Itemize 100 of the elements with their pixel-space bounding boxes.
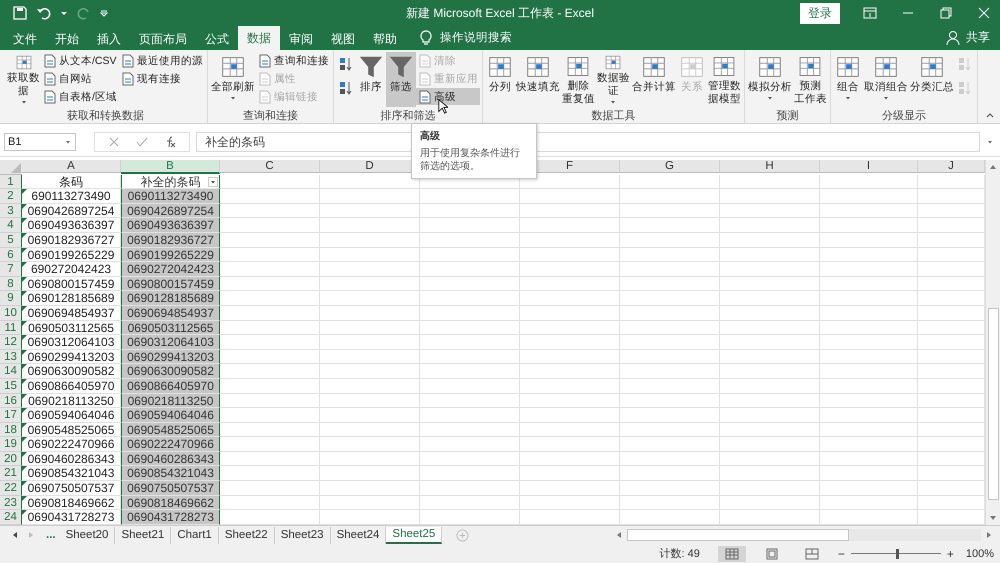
- ribbon-button[interactable]: 自网站: [41, 70, 119, 87]
- row-header[interactable]: 14: [0, 364, 22, 379]
- ribbon-button[interactable]: 查询和连接: [256, 52, 331, 69]
- row-header[interactable]: 19: [0, 437, 22, 452]
- ribbon-button[interactable]: 高级: [416, 88, 480, 105]
- column-header[interactable]: B: [121, 160, 220, 174]
- row-header[interactable]: 9: [0, 291, 22, 306]
- scrollbar-thumb[interactable]: [627, 529, 849, 541]
- column-header[interactable]: I: [820, 160, 918, 173]
- ribbon-tab[interactable]: 开始: [46, 28, 88, 50]
- row-header[interactable]: 22: [0, 481, 22, 496]
- caret-icon: [228, 94, 237, 102]
- row-header[interactable]: 4: [0, 218, 22, 233]
- close-icon[interactable]: [976, 5, 992, 21]
- column-header[interactable]: J: [918, 160, 985, 173]
- name-box[interactable]: B1: [4, 133, 76, 151]
- ribbon-tab[interactable]: 帮助: [364, 28, 406, 50]
- ribbon-button[interactable]: 管理数 据模型: [706, 52, 742, 107]
- restore-icon[interactable]: [938, 5, 954, 21]
- save-icon[interactable]: [12, 5, 28, 21]
- ribbon-button[interactable]: 排序: [356, 52, 386, 107]
- row-header[interactable]: 17: [0, 408, 22, 423]
- row-header[interactable]: 6: [0, 248, 22, 262]
- ribbon-button[interactable]: 合并计算: [630, 52, 677, 107]
- column-header[interactable]: G: [620, 160, 720, 173]
- table-cell: 0690182936727: [121, 232, 220, 248]
- ribbon-button[interactable]: 模拟分析: [746, 52, 793, 107]
- ribbon-tab[interactable]: 页面布局: [130, 28, 196, 50]
- customize-icon[interactable]: [100, 9, 108, 17]
- ribbon-button[interactable]: 分列: [484, 52, 515, 107]
- more-sheets-button[interactable]: ...: [42, 529, 60, 541]
- scrollbar-thumb[interactable]: [988, 308, 998, 500]
- collapse-ribbon-icon[interactable]: [986, 111, 994, 119]
- sort-icon[interactable]: [338, 56, 354, 72]
- document-icon: [418, 72, 432, 86]
- ribbon-button[interactable]: 数据验 证: [596, 52, 631, 107]
- row-header[interactable]: 20: [0, 452, 22, 466]
- column-header[interactable]: C: [220, 160, 320, 173]
- table-cell: 0690750507537: [121, 481, 220, 496]
- row-header[interactable]: 5: [0, 232, 22, 248]
- ribbon-display-icon[interactable]: [862, 5, 878, 21]
- caret-icon[interactable]: [60, 9, 68, 17]
- row-header[interactable]: 21: [0, 466, 22, 482]
- ribbon-button[interactable]: 预测 工作表: [792, 52, 828, 107]
- row-header[interactable]: 3: [0, 204, 22, 218]
- zoom-level[interactable]: 100%: [966, 548, 994, 560]
- row-header[interactable]: 10: [0, 306, 22, 321]
- ribbon-button[interactable]: 删除 重复值: [560, 52, 596, 107]
- ribbon-tab[interactable]: 文件: [4, 28, 46, 50]
- ribbon-button[interactable]: 快速填充: [514, 52, 561, 107]
- table-cell: 0690222470966: [121, 437, 220, 452]
- document-icon: [43, 54, 57, 68]
- sort-icon[interactable]: [338, 80, 354, 96]
- normal-view-icon[interactable]: [718, 546, 746, 562]
- ribbon-button[interactable]: 分类汇总: [908, 52, 955, 107]
- ribbon-button[interactable]: 现有连接: [118, 70, 205, 87]
- ribbon-button[interactable]: 从文本/CSV: [41, 52, 119, 69]
- ribbon-tab[interactable]: 数据: [238, 26, 280, 50]
- sheet-tab[interactable]: Sheet25: [386, 526, 442, 544]
- zoom-in-button[interactable]: +: [946, 546, 954, 560]
- row-header[interactable]: 16: [0, 394, 22, 408]
- ribbon-tab[interactable]: 插入: [88, 28, 130, 50]
- table-cell: 0690694854937: [121, 306, 220, 321]
- group-label: 预测: [775, 109, 800, 123]
- row-header[interactable]: 18: [0, 422, 22, 438]
- ribbon-button[interactable]: 最近使用的源: [118, 52, 205, 69]
- ribbon-button[interactable]: 全部刷新: [210, 52, 256, 107]
- row-header[interactable]: 1: [0, 174, 22, 190]
- row-header[interactable]: 2: [0, 189, 22, 204]
- ribbon-button[interactable]: 获取数 据: [6, 52, 41, 107]
- row-header[interactable]: 24: [0, 510, 22, 525]
- row-header[interactable]: 23: [0, 496, 22, 510]
- row-header[interactable]: 13: [0, 350, 22, 364]
- filter-dropdown-icon[interactable]: [208, 176, 218, 187]
- undo-icon[interactable]: [36, 5, 52, 21]
- ribbon-button[interactable]: 取消组合: [862, 52, 909, 107]
- lightbulb-icon: [418, 30, 434, 46]
- zoom-out-button[interactable]: −: [838, 546, 845, 560]
- document-icon: [120, 54, 135, 68]
- ribbon-button[interactable]: 组合: [832, 52, 863, 107]
- column-header[interactable]: H: [720, 160, 820, 173]
- row-header[interactable]: 12: [0, 335, 22, 350]
- share-button[interactable]: 共享: [966, 29, 990, 46]
- tell-me-search[interactable]: 操作说明搜索: [440, 30, 512, 45]
- table-cell: 0690272042423: [121, 262, 220, 277]
- row-header[interactable]: 8: [0, 276, 22, 292]
- ribbon-tab[interactable]: 视图: [322, 28, 364, 50]
- group-label: 数据工具: [590, 109, 636, 123]
- row-header[interactable]: 11: [0, 320, 22, 336]
- row-header[interactable]: 7: [0, 262, 22, 277]
- expand-icon[interactable]: [986, 138, 994, 146]
- document-icon: [258, 90, 272, 104]
- login-button[interactable]: 登录: [800, 2, 840, 24]
- row-header[interactable]: 15: [0, 378, 22, 394]
- ribbon-tab[interactable]: 公式: [196, 28, 238, 50]
- column-header[interactable]: A: [22, 160, 121, 173]
- ribbon-tab[interactable]: 审阅: [280, 28, 322, 50]
- ribbon-button[interactable]: 筛选: [386, 52, 416, 107]
- check-icon[interactable]: [135, 135, 149, 149]
- ribbon-button[interactable]: 自表格/区域: [41, 88, 119, 105]
